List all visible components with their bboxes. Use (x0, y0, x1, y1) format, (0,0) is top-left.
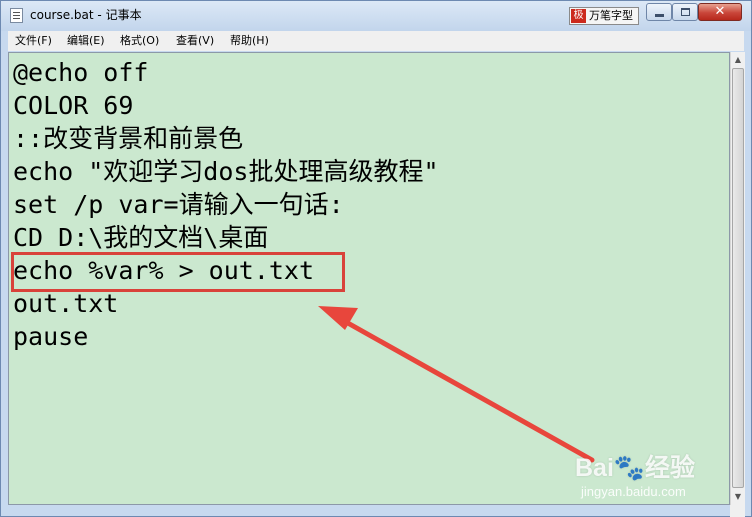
ime-indicator[interactable]: 极 万笔字型 (569, 7, 639, 25)
code-line: echo "欢迎学习dos批处理高级教程" (13, 157, 439, 186)
code-line: ::改变背景和前景色 (13, 124, 244, 153)
code-line: COLOR 69 (13, 91, 134, 120)
ime-logo-icon: 极 (571, 9, 586, 23)
code-line: @echo off (13, 58, 149, 87)
menu-view[interactable]: 查看(V) (176, 34, 214, 48)
text-editor[interactable]: @echo off COLOR 69 ::改变背景和前景色 echo "欢迎学习… (8, 52, 730, 505)
scroll-up-icon[interactable]: ▲ (731, 52, 745, 67)
close-icon: ✕ (714, 4, 726, 19)
menu-format[interactable]: 格式(O) (120, 34, 159, 48)
resize-grip[interactable] (730, 505, 745, 517)
highlight-box (11, 252, 345, 292)
menu-file[interactable]: 文件(F) (15, 34, 52, 48)
menu-bar: 文件(F) 编辑(E) 格式(O) 查看(V) 帮助(H) (8, 31, 744, 51)
scrollbar-thumb[interactable] (732, 68, 744, 488)
menu-help[interactable]: 帮助(H) (230, 34, 269, 48)
close-button[interactable]: ✕ (698, 3, 742, 21)
notepad-window: course.bat - 记事本 极 万笔字型 ✕ 文件(F) 编辑(E) 格式… (0, 0, 752, 517)
notepad-icon[interactable] (10, 8, 23, 23)
code-line: CD D:\我的文档\桌面 (13, 223, 269, 252)
scroll-down-icon[interactable]: ▼ (731, 489, 745, 504)
code-line: set /p var=请输入一句话: (13, 190, 344, 219)
ime-label: 万笔字型 (589, 9, 633, 22)
maximize-button[interactable] (672, 3, 698, 21)
maximize-icon (681, 8, 690, 16)
title-bar[interactable]: course.bat - 记事本 极 万笔字型 ✕ (1, 1, 751, 31)
window-title: course.bat - 记事本 (30, 8, 142, 22)
minimize-icon (655, 14, 664, 17)
menu-edit[interactable]: 编辑(E) (67, 34, 105, 48)
watermark-url: jingyan.baidu.com (581, 484, 686, 499)
code-line: pause (13, 322, 89, 351)
baidu-jingyan-logo: Bai🐾经验 (575, 454, 696, 482)
vertical-scrollbar[interactable]: ▲ ▼ (730, 52, 745, 505)
minimize-button[interactable] (646, 3, 672, 21)
